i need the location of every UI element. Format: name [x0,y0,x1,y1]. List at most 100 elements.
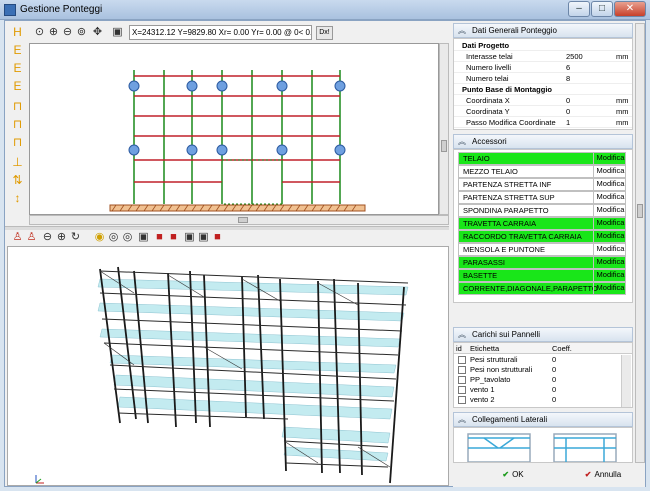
accessory-row-mezzo-telaio[interactable]: MEZZO TELAIO Modifica [458,165,626,178]
vertical-scrollbar-2d[interactable] [439,43,449,215]
modify-button[interactable]: Modifica [593,217,627,230]
accessory-row-corrente[interactable]: CORRENTE,DIAGONALE,PARAPETTO Modifica [458,282,626,295]
lateral-link-option-2 [553,433,617,462]
scaffold-3d-drawing [35,266,409,484]
view-top-icon[interactable]: ◎ [121,231,134,244]
prop-group-dati-progetto: Dati Progetto [454,40,632,51]
minimize-button[interactable]: – [568,1,590,17]
panel-scroll-thumb[interactable] [637,204,643,218]
pan-icon[interactable]: ✥ [91,26,104,39]
load-checkbox[interactable] [458,366,466,374]
horizontal-scrollbar-2d[interactable] [29,215,449,225]
person-alt-icon[interactable]: ♙ [25,231,38,244]
zoom-extents-icon[interactable]: ⊙ [33,26,46,39]
load-checkbox[interactable] [458,356,466,364]
accessory-row-partenza-sup[interactable]: PARTENZA STRETTA SUP Modifica [458,191,626,204]
accessory-row-telaio[interactable]: TELAIO Modifica [458,152,626,165]
maximize-button[interactable]: □ [591,1,613,17]
prop-row-coord-y[interactable]: Coordinata Y 0 mm [454,106,632,117]
tool-frame-icon[interactable]: H [10,25,25,40]
carichi-scrollbar[interactable] [621,355,631,407]
modify-button[interactable]: Modifica [593,165,627,178]
load-checkbox[interactable] [458,376,466,384]
modify-button[interactable]: Modifica [593,256,627,269]
ok-button[interactable]: ✔ OK [483,466,543,483]
print-icon[interactable]: ▣ [111,26,124,39]
lateral-link-thumbnails [467,433,617,462]
accessory-row-raccordo[interactable]: RACCORDO TRAVETTA CARRAIA Modifica [458,230,626,243]
accessory-row-spondina[interactable]: SPONDINA PARAPETTO Modifica [458,204,626,217]
window-title: Gestione Ponteggi [20,4,103,15]
cube-red-icon[interactable]: ■ [153,231,166,244]
cancel-button[interactable]: ✔ Annulla [573,466,633,483]
accessory-row-parasassi[interactable]: PARASASSI Modifica [458,256,626,269]
prop-row-livelli[interactable]: Numero livelli 6 [454,62,632,73]
tool-beam-icon[interactable]: ⊓ [10,117,25,132]
cube-side-icon[interactable]: ▣ [183,231,196,244]
hscroll-thumb[interactable] [238,217,248,223]
tool-bracket-icon[interactable]: ⊥ [10,155,25,170]
prop-row-coord-x[interactable]: Coordinata X 0 mm [454,95,632,106]
tool-half-frame-icon[interactable]: E [10,43,25,58]
app-icon [4,4,16,16]
zoom-3d-icon[interactable]: ⊖ [41,231,54,244]
tool-start-sup-icon[interactable]: E [10,79,25,94]
tool-beam-joint-icon[interactable]: ⊓ [10,135,25,150]
prop-row-passo[interactable]: Passo Modifica Coordinate 1 mm [454,117,632,128]
modify-button[interactable]: Modifica [593,152,627,165]
modify-button[interactable]: Modifica [593,178,627,191]
prop-group-punto-base: Punto Base di Montaggio [454,84,632,95]
collegamenti-previews [453,427,633,463]
accessory-row-mensola[interactable]: MENSOLA E PUNTONE Modifica [458,243,626,256]
section-carichi-header[interactable]: ︽ Carichi sui Pannelli [453,327,633,342]
cube-red3-icon[interactable]: ■ [211,231,224,244]
dx-button[interactable]: Dx! [316,26,333,40]
rotate-icon[interactable]: ↻ [69,231,82,244]
load-checkbox[interactable] [458,386,466,394]
cube-front-icon[interactable]: ▣ [137,231,150,244]
section-accessori-header[interactable]: ︽ Accessori [453,134,633,149]
tool-base-icon[interactable]: ↕ [10,191,25,206]
modify-button[interactable]: Modifica [593,282,627,295]
elevation-view-2d[interactable] [29,43,439,215]
col-coeff: Coeff. [552,344,572,353]
section-dati-header[interactable]: ︽ Dati Generali Ponteggio [453,23,633,38]
modify-button[interactable]: Modifica [593,204,627,217]
load-row[interactable]: PP_tavolato 0 [456,375,620,385]
zoom-in-icon[interactable]: ⊕ [47,26,60,39]
vscroll-thumb[interactable] [441,140,447,152]
zoom-window-icon[interactable]: ⊚ [75,26,88,39]
title-bar: Gestione Ponteggi – □ ✕ [0,0,650,20]
col-id: id [456,344,462,353]
view-perspective-icon[interactable]: ◉ [93,231,106,244]
accessory-row-basette[interactable]: BASETTE Modifica [458,269,626,282]
zoom-out-icon[interactable]: ⊖ [61,26,74,39]
person-icon[interactable]: ♙ [11,231,24,244]
scaffold-3d-view[interactable] [7,246,449,486]
tool-parapet-icon[interactable]: ⊓ [10,99,25,114]
modify-button[interactable]: Modifica [593,269,627,282]
load-row[interactable]: Pesi non strutturali 0 [456,365,620,375]
cube-back-icon[interactable]: ▣ [197,231,210,244]
zoom-in-3d-icon[interactable]: ⊕ [55,231,68,244]
load-row[interactable]: vento 20 [456,395,620,405]
accessory-row-travetta[interactable]: TRAVETTA CARRAIA Modifica [458,217,626,230]
load-row[interactable]: vento 10 [456,385,620,395]
modify-button[interactable]: Modifica [593,191,627,204]
tool-toe-board-icon[interactable]: ⇅ [10,173,25,188]
modify-button[interactable]: Modifica [593,230,627,243]
prop-row-interasse[interactable]: Interasse telai 2500 mm [454,51,632,62]
prop-row-telai[interactable]: Numero telai 8 [454,73,632,84]
modify-button[interactable]: Modifica [593,243,627,256]
close-button[interactable]: ✕ [614,1,646,17]
accessory-row-partenza-inf[interactable]: PARTENZA STRETTA INF Modifica [458,178,626,191]
tool-start-inf-icon[interactable]: E [10,61,25,76]
section-collegamenti-header[interactable]: ︽ Collegamenti Laterali [453,412,633,427]
view-iso-icon[interactable]: ◎ [107,231,120,244]
panel-scrollbar[interactable] [635,23,645,463]
cube-red2-icon[interactable]: ■ [167,231,180,244]
frame-horizontals [134,75,340,183]
view-splitter[interactable] [5,226,449,230]
load-row[interactable]: Pesi strutturali 0 [456,355,620,365]
load-checkbox[interactable] [458,396,466,404]
